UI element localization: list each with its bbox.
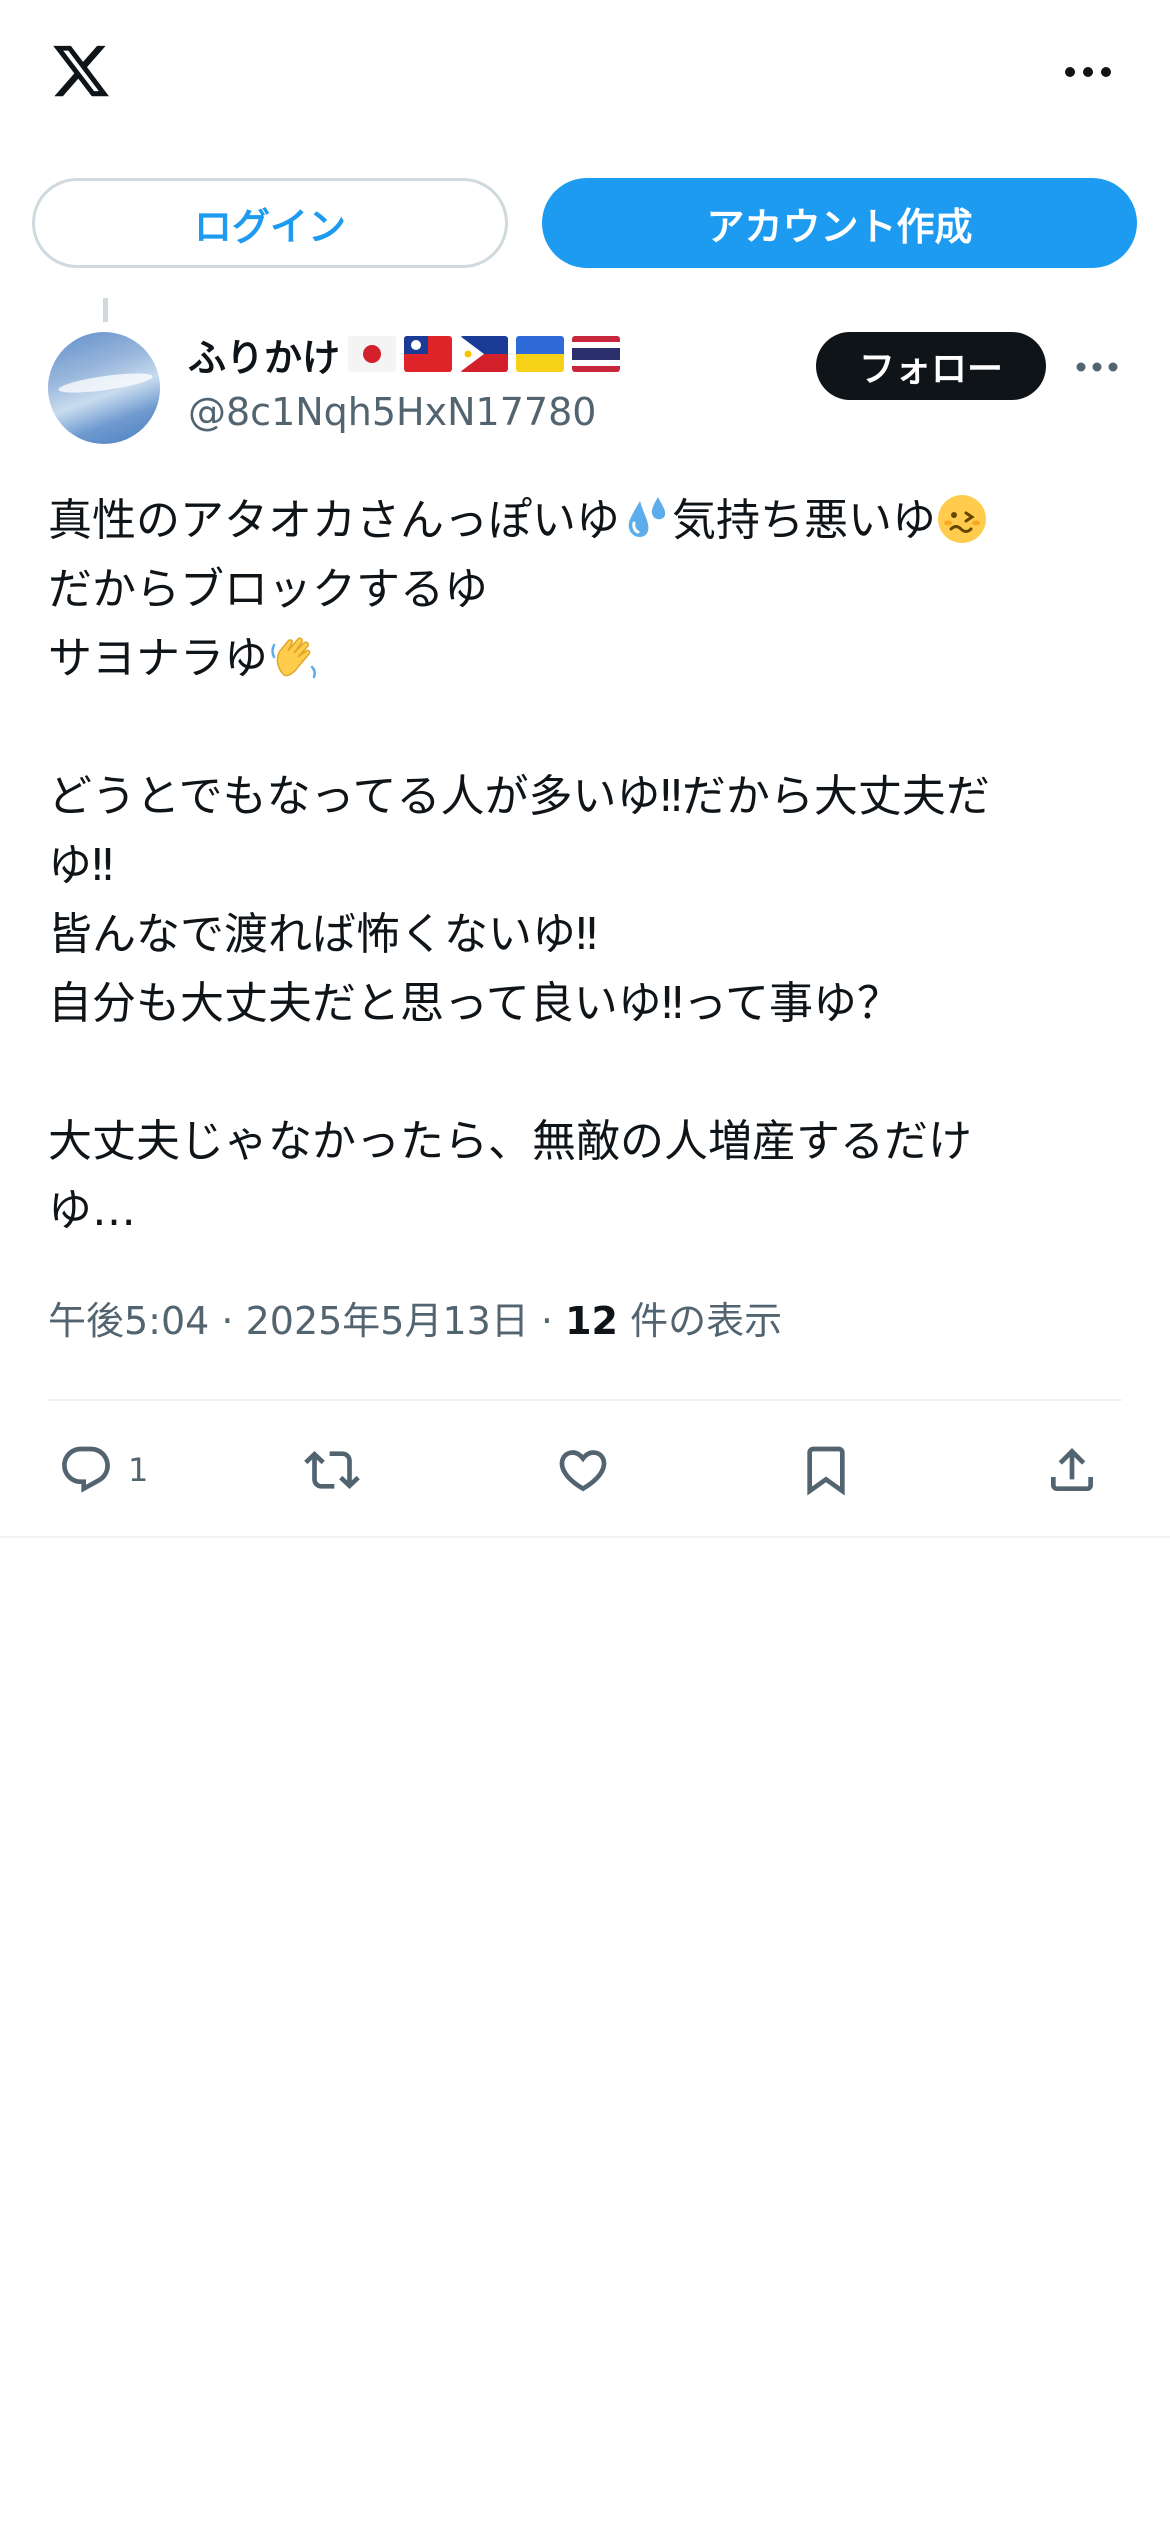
tweet-more-icon[interactable]	[1072, 350, 1122, 384]
philippines-flag-icon	[460, 336, 509, 372]
tweet-text-line: ゆ…	[48, 1185, 136, 1236]
repost-icon	[304, 1451, 360, 1489]
tweet-time[interactable]: 午後5:04	[48, 1299, 209, 1343]
tweet-text-line: 気持ち悪いゆ	[672, 495, 936, 546]
login-button[interactable]: ログイン	[32, 178, 508, 268]
reply-count: 1	[128, 1451, 149, 1489]
views-count: 12	[565, 1299, 618, 1343]
tweet-text-line: サヨナラゆ	[48, 633, 268, 684]
sweat-droplets-icon	[620, 493, 672, 545]
create-account-button[interactable]: アカウント作成	[542, 178, 1137, 268]
more-horizontal-icon[interactable]	[1058, 56, 1118, 88]
tweet-text-line: ゆ‼	[48, 840, 114, 891]
heart-icon	[559, 1450, 607, 1492]
woozy-face-icon	[936, 493, 988, 545]
views-label: 件の表示	[630, 1299, 783, 1343]
follow-button[interactable]: フォロー	[816, 332, 1046, 400]
x-logo-icon[interactable]	[48, 40, 114, 102]
tweet-text-line: 自分も大丈夫だと思って良いゆ‼って事ゆ？	[48, 978, 901, 1029]
tweet-text-line: どうとでもなってる人が多いゆ‼だから大丈夫だ	[48, 771, 990, 822]
japan-flag-icon	[348, 336, 397, 372]
top-bar	[0, 0, 1170, 150]
author-name-row: ふりかけ	[188, 330, 628, 380]
tweet-text: 真性のアタオカさんっぽいゆ 気持ち悪いゆ だからブロックするゆ サヨナラゆ どうと…	[48, 486, 1138, 1245]
thread-connector-line	[103, 298, 108, 322]
divider	[0, 1536, 1170, 1538]
taiwan-flag-icon	[404, 336, 453, 372]
bookmark-icon	[807, 1446, 845, 1496]
share-icon	[1051, 1448, 1093, 1491]
tweet-actions: 1	[0, 1430, 1170, 1510]
auth-buttons: ログイン アカウント作成	[0, 178, 1170, 270]
tweet-date[interactable]: 2025年5月13日	[246, 1299, 529, 1343]
share-button[interactable]	[1044, 1430, 1100, 1510]
like-button[interactable]	[555, 1430, 611, 1510]
tweet-text-line: だからブロックするゆ	[48, 564, 488, 615]
reply-icon	[62, 1446, 110, 1493]
author-handle[interactable]: @8c1Nqh5HxN17780	[188, 390, 596, 434]
author-display-name[interactable]: ふりかけ	[188, 327, 340, 382]
thailand-flag-icon	[572, 336, 621, 372]
divider	[48, 1399, 1122, 1401]
waving-hand-icon	[268, 631, 320, 683]
ukraine-flag-icon	[516, 336, 565, 372]
avatar[interactable]	[48, 332, 160, 444]
repost-button[interactable]	[304, 1430, 360, 1510]
tweet-text-line: 大丈夫じゃなかったら、無敵の人増産するだけ	[48, 1116, 972, 1167]
tweet-meta: 午後5:04 · 2025年5月13日 · 12 件の表示	[48, 1299, 783, 1343]
reply-button[interactable]: 1	[58, 1430, 148, 1510]
bookmark-button[interactable]	[798, 1430, 854, 1510]
tweet-text-line: 皆んなで渡れば怖くないゆ‼	[48, 909, 598, 960]
tweet-text-line: 真性のアタオカさんっぽいゆ	[48, 495, 620, 546]
